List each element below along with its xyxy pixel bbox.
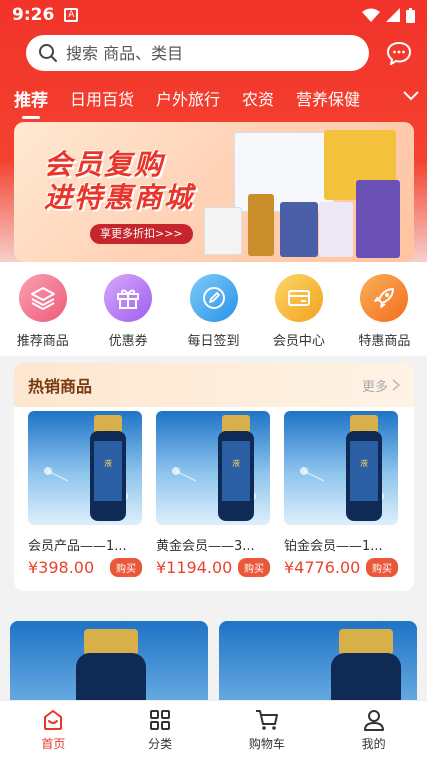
status-time: 9:26	[12, 5, 55, 25]
chevron-right-icon	[392, 379, 400, 391]
tab-recommend[interactable]: 推荐	[14, 86, 48, 119]
product-image	[76, 629, 146, 711]
nav-profile-label: 我的	[361, 737, 386, 751]
product-price-row: ¥4776.00 购买	[284, 558, 398, 577]
wifi-icon	[362, 8, 380, 22]
banner-title-line2: 进特惠商城	[44, 181, 195, 214]
more-label: 更多	[361, 379, 388, 395]
promo-banner[interactable]: 会员复购 进特惠商城 享更多折扣>>>	[14, 122, 414, 262]
nav-category-label: 分类	[148, 737, 173, 751]
nav-home-label: 首页	[41, 737, 66, 751]
nav-home[interactable]: 首页	[0, 701, 107, 760]
banner-product-bottle	[248, 194, 274, 256]
quick-member-center-label: 会员中心	[272, 334, 325, 349]
rocket-icon	[360, 274, 409, 322]
hot-products-list: 液 会员产品——1... ¥398.00 购买 液 黄金会员——3... ¥11…	[14, 407, 414, 577]
svg-text:液: 液	[360, 458, 368, 468]
cart-icon	[255, 710, 278, 730]
nav-category[interactable]: 分类	[107, 701, 214, 760]
banner-product-box	[204, 207, 242, 255]
message-button[interactable]	[381, 35, 417, 71]
product-image: 液	[156, 411, 270, 525]
buy-button[interactable]: 购买	[366, 558, 398, 577]
battery-icon	[406, 7, 415, 23]
category-tabs: 推荐 日用百货 户外旅行 农资 营养保健	[14, 82, 427, 119]
featured-product-card[interactable]	[219, 621, 417, 711]
banner-discount-button[interactable]: 享更多折扣>>>	[90, 224, 193, 244]
pen-icon	[189, 274, 238, 322]
banner-product-box	[319, 202, 353, 257]
svg-text:液: 液	[232, 458, 240, 468]
product-card[interactable]: 液 铂金会员——1... ¥4776.00 购买	[284, 411, 398, 577]
banner-title-line1: 会员复购	[44, 148, 165, 181]
quick-entry-row: 推荐商品 优惠券 每日签到 会员中心 特惠商品	[0, 262, 427, 356]
featured-product-card[interactable]	[10, 621, 208, 711]
product-image	[331, 629, 401, 711]
product-name: 铂金会员——1...	[284, 539, 383, 554]
quick-member-center[interactable]: 会员中心	[256, 262, 341, 356]
product-name: 黄金会员——3...	[156, 539, 255, 554]
product-price: ¥1194.00	[156, 558, 233, 577]
user-icon	[363, 710, 384, 731]
product-card[interactable]: 液 黄金会员——3... ¥1194.00 购买	[156, 411, 270, 577]
search-input[interactable]	[66, 43, 326, 63]
search-icon	[39, 44, 57, 62]
category-expand-button[interactable]	[403, 86, 419, 105]
tab-outdoor-travel[interactable]: 户外旅行	[156, 86, 220, 110]
signal-icon	[386, 8, 400, 22]
nav-profile[interactable]: 我的	[320, 701, 427, 760]
quick-checkin-label: 每日签到	[187, 334, 240, 349]
hot-products-title: 热销商品	[28, 377, 93, 396]
grid-icon	[150, 710, 171, 730]
status-bar: 9:26 A	[0, 0, 427, 30]
product-image: 液	[284, 411, 398, 525]
svg-text:液: 液	[104, 458, 112, 468]
search-bar[interactable]	[26, 35, 369, 71]
banner-product-box	[356, 180, 400, 258]
product-price: ¥398.00	[28, 558, 95, 577]
search-row	[26, 35, 417, 71]
hot-products-section: 热销商品 更多 液 会员产品——1... ¥398.00 购买 液 黄金会员——…	[14, 363, 414, 591]
nav-cart-label: 购物车	[248, 737, 285, 751]
quick-special-offer[interactable]: 特惠商品	[342, 262, 427, 356]
banner-product-box	[280, 202, 318, 257]
product-image: 液	[28, 411, 142, 525]
quick-coupon[interactable]: 优惠券	[85, 262, 170, 356]
buy-button[interactable]: 购买	[110, 558, 142, 577]
status-indicators	[362, 7, 415, 23]
tab-nutrition[interactable]: 营养保健	[296, 86, 360, 110]
gift-icon	[104, 274, 153, 322]
quick-recommend-label: 推荐商品	[16, 334, 69, 349]
bottom-navigation: 首页 分类 购物车 我的	[0, 700, 427, 760]
product-name: 会员产品——1...	[28, 539, 127, 554]
product-price-row: ¥1194.00 购买	[156, 558, 270, 577]
chat-bubble-icon	[386, 41, 412, 65]
buy-button[interactable]: 购买	[238, 558, 270, 577]
banner-title: 会员复购 进特惠商城	[44, 148, 194, 214]
home-icon	[44, 710, 63, 730]
tab-agriculture[interactable]: 农资	[242, 86, 274, 110]
more-link[interactable]: 更多	[362, 376, 400, 395]
quick-recommend[interactable]: 推荐商品	[0, 262, 85, 356]
quick-checkin[interactable]: 每日签到	[171, 262, 256, 356]
tab-daily-goods[interactable]: 日用百货	[70, 86, 134, 110]
chevron-down-icon	[403, 91, 419, 101]
product-card[interactable]: 液 会员产品——1... ¥398.00 购买	[28, 411, 142, 577]
product-price-row: ¥398.00 购买	[28, 558, 142, 577]
product-price: ¥4776.00	[284, 558, 361, 577]
app-notification-icon: A	[64, 8, 79, 22]
quick-coupon-label: 优惠券	[108, 334, 148, 349]
hot-products-header: 热销商品 更多	[14, 363, 414, 407]
nav-cart[interactable]: 购物车	[214, 701, 321, 760]
quick-special-offer-label: 特惠商品	[358, 334, 411, 349]
layers-icon	[18, 274, 67, 322]
card-icon	[274, 274, 323, 322]
